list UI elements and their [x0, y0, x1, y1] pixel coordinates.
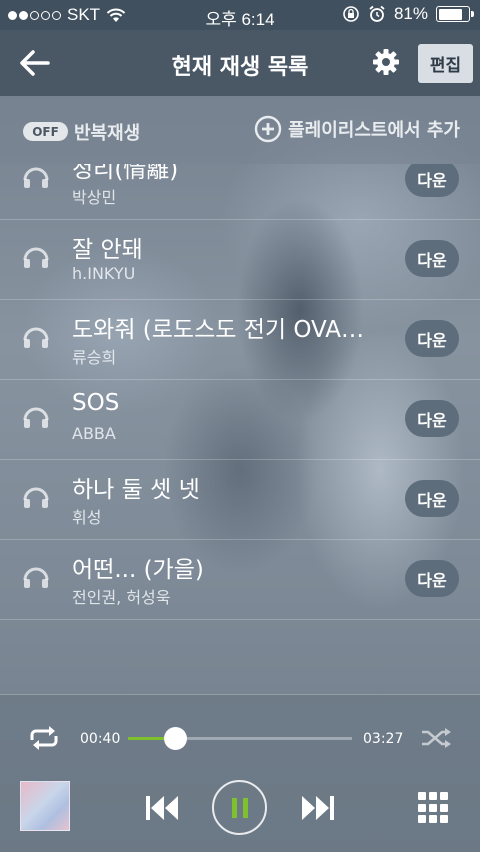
shuffle-icon[interactable] [420, 727, 452, 749]
song-title: SOS [72, 390, 120, 416]
download-button[interactable]: 다운 [405, 164, 459, 197]
rotation-lock-icon [343, 6, 359, 22]
alarm-icon [369, 5, 385, 22]
progress-thumb[interactable] [164, 727, 188, 750]
song-artist: 박상민 [72, 188, 117, 207]
elapsed-time: 00:40 [80, 731, 121, 747]
total-time: 03:27 [363, 731, 404, 747]
list-item[interactable]: SOS ABBA 다운 [0, 380, 480, 460]
playlist: 정리(情離) 박상민 다운 잘 안돼 h.INKYU 다운 도와줘 (로도스도 … [0, 164, 480, 694]
music-note-icon [23, 327, 49, 348]
song-artist: h.INKYU [72, 264, 136, 283]
song-title: 정리(情離) [72, 164, 179, 183]
song-title: 잘 안돼 [72, 237, 143, 263]
download-button[interactable]: 다운 [405, 560, 459, 597]
music-note-icon [23, 247, 49, 268]
list-item[interactable]: 하나 둘 셋 넷 휘성 다운 [0, 460, 480, 540]
player-bar: 00:40 03:27 [0, 694, 480, 852]
music-note-icon [23, 167, 49, 188]
plus-circle-icon [254, 115, 282, 143]
header: 현재 재생 목록 편집 [0, 30, 480, 96]
list-item[interactable]: 도와줘 (로도스도 전기 OVA… 류승희 다운 [0, 300, 480, 380]
song-artist: 휘성 [72, 508, 102, 527]
list-item[interactable]: 어떤... (가을) 전인권, 허성욱 다운 [0, 540, 480, 620]
song-title: 어떤... (가을) [72, 557, 204, 583]
download-button[interactable]: 다운 [405, 240, 459, 277]
add-playlist-label: 플레이리스트에서 추가 [288, 120, 460, 141]
song-title: 도와줘 (로도스도 전기 OVA… [72, 317, 365, 343]
repeat-bar: OFF 반복재생 플레이리스트에서 추가 [0, 96, 480, 164]
status-bar: SKT 오후 6:14 81% [0, 0, 480, 30]
battery-percent: 81% [393, 4, 428, 23]
download-button[interactable]: 다운 [405, 400, 459, 437]
battery-icon [436, 6, 474, 22]
music-note-icon [23, 487, 49, 508]
repeat-icon[interactable] [26, 725, 62, 751]
song-artist: ABBA [72, 424, 116, 443]
music-note-icon [23, 567, 49, 588]
page-title: 현재 재생 목록 [171, 55, 309, 80]
grid-menu-icon[interactable] [418, 792, 450, 824]
add-from-playlist-button[interactable]: 플레이리스트에서 추가 [254, 115, 460, 143]
download-button[interactable]: 다운 [405, 480, 459, 517]
song-artist: 전인권, 허성욱 [72, 588, 171, 607]
skip-previous-icon[interactable] [143, 792, 181, 824]
list-item[interactable]: 잘 안돼 h.INKYU 다운 [0, 220, 480, 300]
repeat-toggle[interactable]: OFF [23, 122, 68, 141]
playlist-inner: 정리(情離) 박상민 다운 잘 안돼 h.INKYU 다운 도와줘 (로도스도 … [0, 164, 480, 620]
battery-fill [438, 8, 462, 20]
edit-button[interactable]: 편집 [418, 44, 473, 83]
gear-icon[interactable] [370, 46, 402, 78]
download-button[interactable]: 다운 [405, 320, 459, 357]
pause-button[interactable] [212, 780, 267, 835]
skip-next-icon[interactable] [299, 792, 337, 824]
repeat-label: 반복재생 [74, 123, 141, 144]
status-right: 81% [342, 4, 474, 24]
song-title: 하나 둘 셋 넷 [72, 477, 200, 503]
list-item[interactable]: 정리(情離) 박상민 다운 [0, 164, 480, 220]
song-artist: 류승희 [72, 348, 117, 367]
music-note-icon [23, 407, 49, 428]
pause-icon [231, 797, 248, 818]
progress-bar[interactable] [128, 727, 352, 750]
album-art[interactable] [20, 781, 70, 831]
